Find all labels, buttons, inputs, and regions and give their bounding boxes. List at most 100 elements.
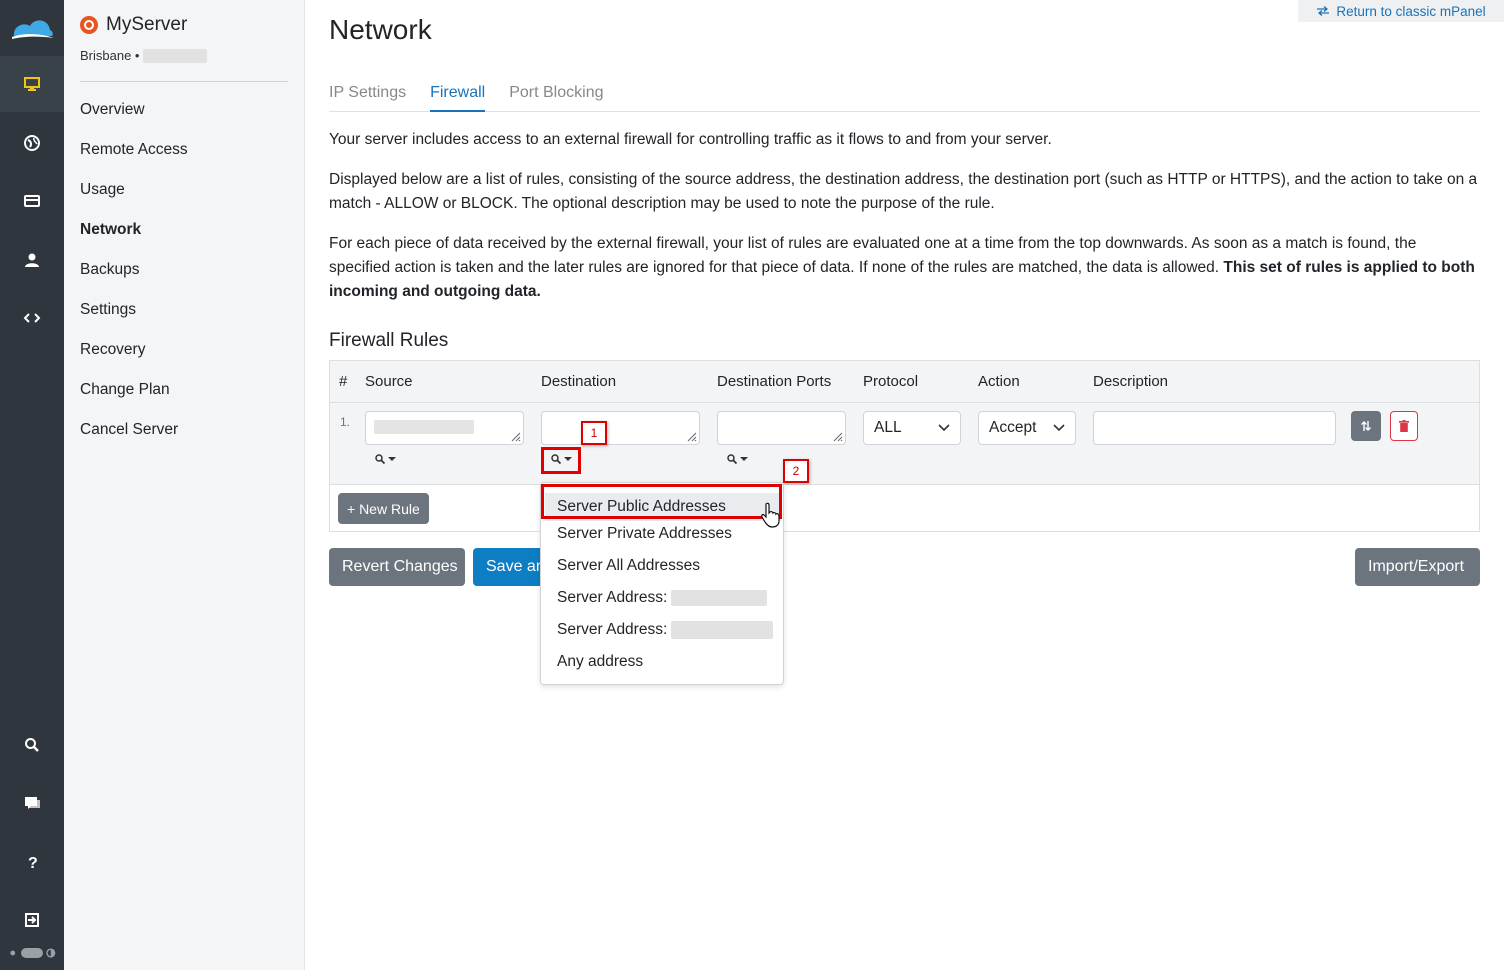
trash-icon (1399, 420, 1409, 432)
table-row: 1. ALL Accept (330, 403, 1479, 485)
search-icon (25, 738, 39, 752)
destination-ports-input[interactable] (717, 411, 846, 445)
search-icon (375, 454, 386, 465)
rail-chat[interactable] (0, 775, 64, 831)
destination-input[interactable] (541, 411, 700, 445)
firewall-rules-table: # Source Destination Destination Ports P… (329, 360, 1480, 532)
rail-billing[interactable] (0, 173, 64, 229)
save-button[interactable]: Save an (473, 548, 543, 586)
menu-server-address-2[interactable]: Server Address: (557, 621, 774, 639)
sun-icon (10, 950, 16, 956)
help-icon: ? (28, 855, 38, 871)
rail-help[interactable]: ? (0, 834, 64, 890)
col-source: Source (365, 373, 413, 390)
hand-cursor-icon (761, 502, 780, 528)
menu-server-all-addresses[interactable]: Server All Addresses (557, 557, 700, 575)
delete-rule-button[interactable] (1390, 411, 1418, 441)
code-icon (23, 313, 41, 323)
menu-server-private-addresses[interactable]: Server Private Addresses (557, 525, 732, 543)
monitor-icon (24, 77, 40, 91)
protocol-value: ALL (874, 419, 902, 436)
move-rule-button[interactable] (1351, 411, 1381, 441)
intro-paragraph: Your server includes access to an extern… (329, 131, 1052, 148)
new-rule-button[interactable]: + New Rule (338, 493, 429, 524)
col-destination-ports: Destination Ports (717, 373, 832, 390)
nav-network[interactable]: Network (80, 210, 188, 250)
nav-recovery[interactable]: Recovery (80, 330, 188, 370)
swap-arrows-icon (1317, 6, 1330, 16)
nav-backups[interactable]: Backups (80, 250, 188, 290)
col-description: Description (1093, 373, 1169, 390)
server-name: MyServer (106, 14, 188, 35)
source-lookup-button[interactable] (374, 453, 396, 465)
action-value: Accept (989, 419, 1037, 436)
menu-server-address-2-label: Server Address: (557, 621, 668, 638)
card-icon (24, 195, 40, 207)
import-export-button[interactable]: Import/Export (1355, 548, 1480, 586)
chevron-down-icon (740, 457, 748, 461)
globe-icon (24, 135, 40, 151)
search-icon (727, 454, 738, 465)
menu-server-address-1-label: Server Address: (557, 589, 668, 606)
return-classic-link[interactable]: Return to classic mPanel (1298, 0, 1504, 22)
col-action: Action (978, 373, 1020, 390)
row-number: 1. (340, 415, 351, 429)
nav-change-plan[interactable]: Change Plan (80, 370, 188, 410)
redacted-address-1 (671, 590, 768, 606)
rail-servers[interactable] (0, 56, 64, 112)
rail-search[interactable] (0, 717, 64, 773)
resize-grip-icon (833, 432, 843, 442)
ports-lookup-button[interactable] (726, 453, 748, 465)
rail-logout[interactable] (0, 892, 64, 948)
menu-server-address-1[interactable]: Server Address: (557, 589, 768, 607)
page-title: Network (329, 14, 432, 45)
rail-api[interactable] (0, 290, 64, 346)
nav-overview[interactable]: Overview (80, 90, 188, 130)
col-destination: Destination (541, 373, 617, 390)
col-protocol: Protocol (863, 373, 919, 390)
icon-rail: ? (0, 0, 64, 970)
user-icon (25, 253, 39, 267)
nav-remote-access[interactable]: Remote Access (80, 130, 188, 170)
svg-text:?: ? (28, 855, 38, 871)
redacted-source (374, 420, 474, 434)
server-title: MyServer (80, 14, 187, 36)
return-link-text: Return to classic mPanel (1336, 3, 1486, 19)
server-location-text: Brisbane • (80, 48, 140, 63)
description-input[interactable] (1093, 411, 1336, 445)
col-number: # (339, 373, 348, 390)
ubuntu-icon (80, 16, 98, 34)
network-tabs: IP Settings Firewall Port Blocking (329, 84, 1480, 112)
reorder-arrows-icon (1361, 421, 1371, 431)
nav-divider (80, 81, 288, 82)
nav-usage[interactable]: Usage (80, 170, 188, 210)
chevron-down-icon (938, 424, 950, 432)
evaluation-paragraph: For each piece of data received by the e… (329, 232, 1480, 304)
tab-ip-settings[interactable]: IP Settings (329, 84, 406, 112)
chevron-down-icon (388, 457, 396, 461)
cloud-logo-icon[interactable] (10, 14, 54, 42)
menu-any-address[interactable]: Any address (557, 653, 643, 671)
rules-explanation-paragraph: Displayed below are a list of rules, con… (329, 171, 1478, 212)
revert-changes-button[interactable]: Revert Changes (329, 548, 465, 586)
protocol-select[interactable]: ALL (863, 411, 961, 445)
table-header: # Source Destination Destination Ports P… (330, 361, 1479, 403)
action-select[interactable]: Accept (978, 411, 1076, 445)
rail-domains[interactable] (0, 115, 64, 171)
tab-port-blocking[interactable]: Port Blocking (509, 84, 603, 112)
chat-icon (25, 797, 40, 809)
server-sidenav: MyServer Brisbane • Overview Remote Acce… (64, 0, 305, 970)
redacted-address-2 (671, 621, 774, 639)
chevron-down-icon (1053, 424, 1065, 432)
tab-firewall[interactable]: Firewall (430, 84, 486, 112)
server-nav: Overview Remote Access Usage Network Bac… (80, 90, 188, 450)
rail-account[interactable] (0, 232, 64, 288)
annotation-badge-1: 1 (581, 421, 607, 445)
source-input[interactable] (365, 411, 524, 445)
theme-toggle[interactable] (8, 946, 56, 960)
moon-icon (46, 948, 56, 958)
nav-settings[interactable]: Settings (80, 290, 188, 330)
annotation-badge-2: 2 (783, 459, 809, 483)
theme-toggle-track (20, 948, 44, 958)
nav-cancel-server[interactable]: Cancel Server (80, 410, 188, 450)
